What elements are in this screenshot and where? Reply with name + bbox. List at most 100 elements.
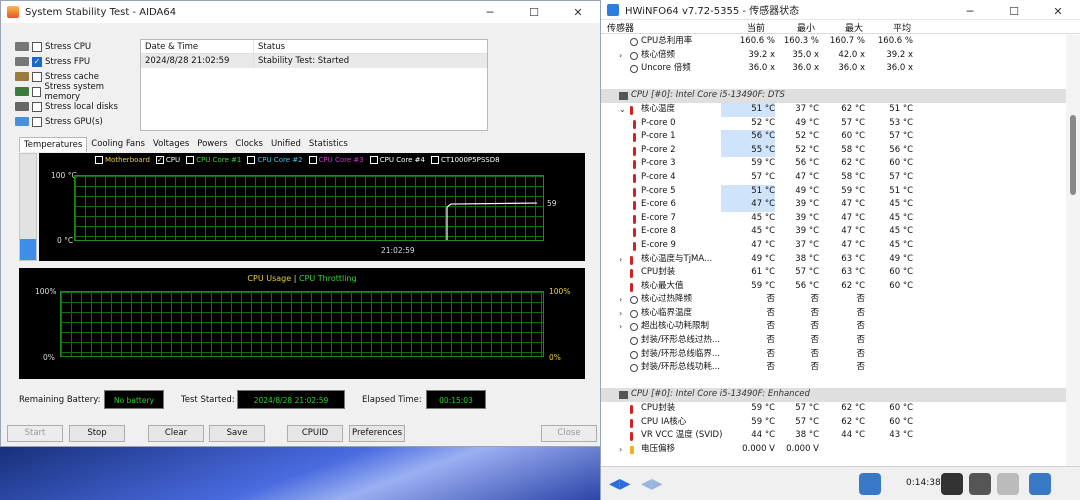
header-sensor[interactable]: 传感器: [607, 21, 634, 34]
stress-checkbox[interactable]: ✓: [32, 56, 42, 67]
legend-item[interactable]: CPU Core #3: [308, 156, 364, 164]
legend-checkbox[interactable]: [186, 156, 195, 164]
settings-icon[interactable]: [997, 473, 1019, 495]
legend-checkbox[interactable]: [430, 156, 439, 164]
stress-checkbox[interactable]: [32, 71, 42, 82]
legend-checkbox[interactable]: ✓: [155, 156, 164, 164]
sensor-row[interactable]: ⌄ 核心温度 51 °C 37 °C 62 °C 51 °C: [601, 102, 1067, 117]
maximize-button[interactable]: ☐: [992, 0, 1036, 22]
preferences-button[interactable]: Preferences: [349, 425, 405, 442]
hwinfo-titlebar[interactable]: HWiNFO64 v7.72-5355 - 传感器状态 ─ ☐ ✕: [601, 0, 1080, 20]
legend-checkbox[interactable]: [247, 156, 256, 164]
stress-checkbox[interactable]: [32, 41, 42, 52]
header-max[interactable]: 最大: [845, 21, 863, 34]
sensor-row[interactable]: P-core 3 59 °C 56 °C 62 °C 60 °C: [601, 157, 1067, 171]
report-icon[interactable]: [969, 473, 991, 495]
scroll-thumb[interactable]: [1070, 115, 1076, 195]
expand-chevron-icon[interactable]: ›: [619, 253, 627, 267]
network-icon[interactable]: [859, 473, 881, 495]
stress-option[interactable]: ✓ Stress FPU: [15, 54, 140, 69]
sensor-row[interactable]: › 核心临界温度否否否: [601, 307, 1067, 321]
nav-arrows-secondary-icon[interactable]: ◀▶: [641, 476, 663, 492]
close-icon[interactable]: ✕: [556, 1, 600, 23]
legend-checkbox[interactable]: [369, 156, 378, 164]
legend-item[interactable]: CT1000P5PSSD8: [430, 156, 500, 164]
sensor-row[interactable]: P-core 5 51 °C 49 °C 59 °C 51 °C: [601, 184, 1067, 199]
stress-checkbox[interactable]: [32, 116, 42, 127]
sensor-group-header[interactable]: CPU [#0]: Intel Core i5-13490F: Enhanced: [601, 388, 1067, 403]
collapse-chevron-icon[interactable]: ⌄: [619, 103, 627, 117]
tab-voltages[interactable]: Voltages: [149, 137, 193, 152]
tab-powers[interactable]: Powers: [193, 137, 231, 152]
sensor-row[interactable]: › 核心过热降频否否否: [601, 293, 1067, 307]
sensor-row[interactable]: › 电压偏移 0.000 V 0.000 V: [601, 443, 1067, 457]
minimize-button[interactable]: ─: [948, 0, 992, 22]
header-current[interactable]: 当前: [747, 21, 765, 34]
maximize-button[interactable]: ☐: [512, 1, 556, 23]
voltage-icon: [630, 445, 634, 454]
stress-option[interactable]: Stress CPU: [15, 39, 140, 54]
sensor-row[interactable]: Uncore 倍频 36.0 x 36.0 x 36.0 x 36.0 x: [601, 62, 1067, 76]
tab-clocks[interactable]: Clocks: [231, 137, 267, 152]
sensor-row[interactable]: E-core 6 47 °C 39 °C 47 °C 45 °C: [601, 198, 1067, 212]
expand-chevron-icon[interactable]: ›: [619, 293, 627, 307]
sensor-row[interactable]: CPU IA核心 59 °C 57 °C 62 °C 60 °C: [601, 416, 1067, 430]
sensor-row[interactable]: 封装/环形总线临界... 否否否: [601, 348, 1067, 362]
sensor-row[interactable]: VR VCC 温度 (SVID) 44 °C 38 °C 44 °C 43 °C: [601, 429, 1067, 443]
sensor-row[interactable]: CPU封装 61 °C 57 °C 63 °C 60 °C: [601, 266, 1067, 280]
sensor-row[interactable]: › 核心倍频 39.2 x 35.0 x 42.0 x 39.2 x: [601, 49, 1067, 63]
expand-chevron-icon[interactable]: ›: [619, 49, 627, 63]
table-row[interactable]: 2024/8/28 21:02:59 Stability Test: Start…: [141, 54, 487, 68]
sensor-row[interactable]: CPU封装 59 °C 57 °C 62 °C 60 °C: [601, 402, 1067, 416]
vertical-scrollbar[interactable]: [1066, 35, 1080, 466]
legend-checkbox[interactable]: [95, 156, 103, 164]
sensor-row[interactable]: E-core 7 45 °C 39 °C 47 °C 45 °C: [601, 212, 1067, 226]
stop-button[interactable]: Stop: [69, 425, 125, 442]
tab-unified[interactable]: Unified: [267, 137, 305, 152]
tab-cooling-fans[interactable]: Cooling Fans: [87, 137, 149, 152]
legend-item[interactable]: CPU Core #2: [247, 156, 303, 164]
legend-item[interactable]: CPU Core #1: [186, 156, 241, 164]
header-min[interactable]: 最小: [797, 21, 815, 34]
sensor-group-header[interactable]: CPU [#0]: Intel Core i5-13490F: DTS: [601, 89, 1067, 103]
cpuid-button[interactable]: CPUID: [287, 425, 343, 442]
stress-checkbox[interactable]: [31, 86, 42, 97]
nav-arrows-icon[interactable]: ◀▶: [609, 476, 631, 492]
tab-statistics[interactable]: Statistics: [305, 137, 352, 152]
legend-checkbox[interactable]: [308, 156, 317, 164]
sensor-row[interactable]: 封装/环形总线功耗... 否否否: [601, 361, 1067, 375]
sensor-row[interactable]: › 超出核心功耗限制否否否: [601, 320, 1067, 334]
minimize-button[interactable]: ─: [468, 1, 512, 23]
sensor-row[interactable]: P-core 2 55 °C 52 °C 58 °C 56 °C: [601, 143, 1067, 158]
sensor-row[interactable]: CPU总利用率 160.6 % 160.3 % 160.7 % 160.6 %: [601, 35, 1067, 49]
aida-titlebar[interactable]: System Stability Test - AIDA64 ─ ☐ ✕: [1, 1, 600, 23]
stress-option[interactable]: Stress GPU(s): [15, 114, 140, 129]
start-button[interactable]: Start: [7, 425, 63, 442]
tab-temperatures[interactable]: Temperatures: [19, 137, 88, 152]
sensor-row[interactable]: 核心最大值 59 °C 56 °C 62 °C 60 °C: [601, 280, 1067, 294]
expand-chevron-icon[interactable]: ›: [619, 443, 627, 457]
sensor-row[interactable]: P-core 0 52 °C 49 °C 57 °C 53 °C: [601, 117, 1067, 131]
header-avg[interactable]: 平均: [893, 21, 911, 34]
clock-icon[interactable]: [941, 473, 963, 495]
sensor-row[interactable]: P-core 1 56 °C 52 °C 60 °C 57 °C: [601, 130, 1067, 144]
stress-checkbox[interactable]: [32, 101, 42, 112]
sensor-row[interactable]: › 核心温度与TjMA... 49 °C 38 °C 63 °C 49 °C: [601, 253, 1067, 267]
expand-chevron-icon[interactable]: ›: [619, 320, 627, 334]
sensor-row[interactable]: 封装/环形总线过热... 否否否: [601, 334, 1067, 348]
log-table[interactable]: Date & Time Status 2024/8/28 21:02:59 St…: [140, 39, 488, 131]
sensor-row[interactable]: E-core 8 45 °C 39 °C 47 °C 45 °C: [601, 225, 1067, 239]
close-red-icon[interactable]: [1029, 473, 1051, 495]
close-icon[interactable]: ✕: [1036, 0, 1080, 22]
expand-chevron-icon[interactable]: ›: [619, 307, 627, 321]
legend-item[interactable]: Motherboard: [95, 156, 150, 164]
legend-item[interactable]: ✓ CPU: [155, 156, 180, 164]
save-button[interactable]: Save: [209, 425, 265, 442]
clear-button[interactable]: Clear: [148, 425, 204, 442]
stress-option[interactable]: Stress system memory: [15, 82, 140, 102]
legend-item[interactable]: CPU Core #4: [369, 156, 425, 164]
close-button[interactable]: Close: [541, 425, 597, 442]
sensor-list[interactable]: CPU总利用率 160.6 % 160.3 % 160.7 % 160.6 % › 核心倍频…: [601, 35, 1067, 466]
sensor-row[interactable]: P-core 4 57 °C 47 °C 58 °C 57 °C: [601, 171, 1067, 185]
sensor-row[interactable]: E-core 9 47 °C 37 °C 47 °C 45 °C: [601, 239, 1067, 253]
